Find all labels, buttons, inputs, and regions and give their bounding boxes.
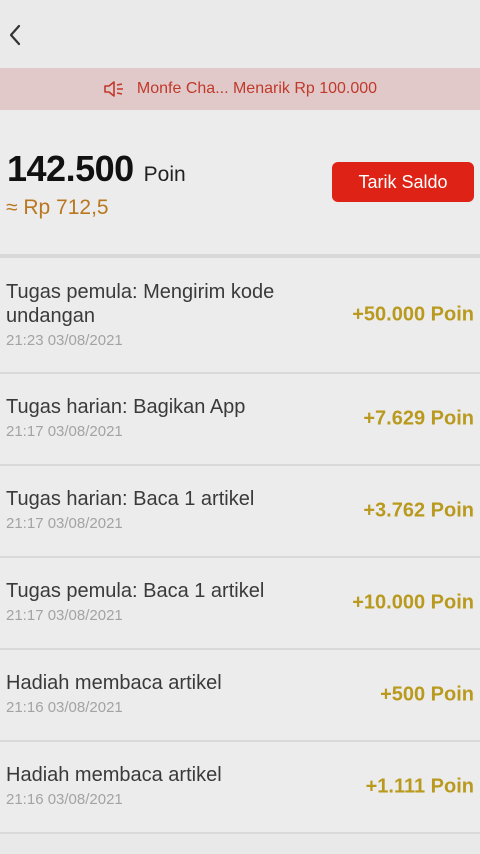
points-unit: Poin (143, 163, 186, 186)
transaction-list: Tugas pemula: Mengirim kode undangan 21:… (0, 258, 480, 834)
transaction-time: 21:23 03/08/2021 (6, 332, 123, 349)
transaction-row[interactable]: Hadiah membaca artikel 21:16 03/08/2021 … (0, 742, 480, 834)
transaction-row[interactable]: Tugas harian: Baca 1 artikel 21:17 03/08… (0, 466, 480, 558)
balance-card: 142.500 Poin ≈ Rp 712,5 Tarik Saldo (0, 110, 480, 258)
points-value: 142.500 (7, 148, 134, 189)
back-button[interactable] (4, 20, 30, 50)
transaction-amount: +10.000 Poin (352, 591, 474, 614)
transaction-row[interactable]: Tugas harian: Bagikan App 21:17 03/08/20… (0, 374, 480, 466)
rupiah-equivalent: ≈ Rp 712,5 (6, 196, 109, 219)
transaction-amount: +1.111 Poin (365, 775, 474, 798)
transaction-title: Tugas pemula: Baca 1 artikel (6, 580, 265, 602)
speaker-icon (104, 81, 123, 97)
transaction-title: Tugas pemula: Mengirim kode undangan (6, 281, 275, 327)
top-bar (0, 0, 480, 68)
transaction-title: Hadiah membaca artikel (6, 764, 222, 786)
transaction-title: Tugas harian: Bagikan App (6, 396, 246, 418)
points-balance: 142.500 Poin (7, 148, 186, 190)
withdraw-button[interactable]: Tarik Saldo (332, 162, 474, 202)
transaction-amount: +7.629 Poin (363, 407, 474, 430)
transaction-title: Hadiah membaca artikel (6, 672, 222, 694)
transaction-row[interactable]: Hadiah membaca artikel 21:16 03/08/2021 … (0, 650, 480, 742)
transaction-amount: +50.000 Poin (352, 303, 474, 326)
transaction-amount: +3.762 Poin (363, 499, 474, 522)
transaction-row[interactable]: Tugas pemula: Mengirim kode undangan 21:… (0, 258, 480, 374)
transaction-amount: +500 Poin (380, 683, 474, 706)
chevron-left-icon (9, 24, 21, 46)
notice-text: Monfe Cha... Menarik Rp 100.000 (136, 80, 378, 97)
transaction-row[interactable]: Tugas pemula: Baca 1 artikel 21:17 03/08… (0, 558, 480, 650)
transaction-title: Tugas harian: Baca 1 artikel (6, 488, 255, 510)
withdraw-notice-banner: Monfe Cha... Menarik Rp 100.000 (0, 68, 480, 110)
